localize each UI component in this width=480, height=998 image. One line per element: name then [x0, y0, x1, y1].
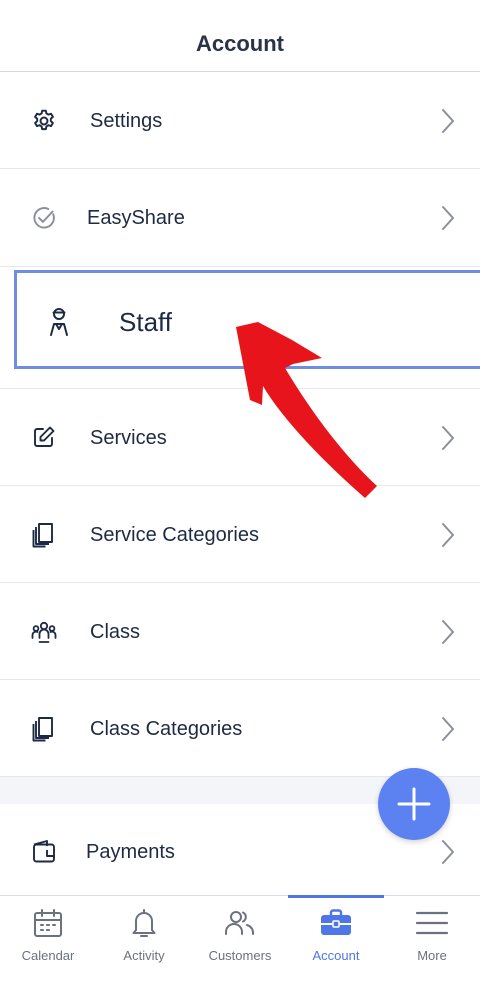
chevron-right-icon [438, 521, 458, 549]
menu-item-services[interactable]: Services [0, 389, 480, 486]
menu-item-staff[interactable]: Staff [14, 270, 480, 369]
tab-label: Customers [208, 948, 272, 963]
menu-item-easyshare[interactable]: EasyShare [0, 169, 480, 267]
add-fab-button[interactable] [378, 768, 450, 840]
staff-person-icon [43, 306, 75, 338]
menu-item-label: Staff [119, 307, 173, 337]
menu-item-class[interactable]: Class [0, 583, 480, 680]
copy-documents-icon [30, 521, 58, 549]
page-title: Account [196, 30, 284, 56]
bell-icon [127, 906, 161, 940]
chevron-right-icon [438, 424, 458, 452]
gear-icon [30, 107, 58, 135]
tab-label: Calendar [21, 948, 75, 963]
chevron-right-icon [438, 715, 458, 743]
menu-item-label: Services [90, 427, 167, 449]
tab-calendar[interactable]: Calendar [0, 896, 96, 998]
copy-documents-icon [30, 715, 58, 743]
chevron-right-icon [438, 838, 458, 866]
wallet-icon [30, 838, 58, 866]
menu-item-label: Class Categories [90, 718, 243, 740]
edit-icon [30, 423, 58, 451]
check-circle-icon [30, 204, 58, 232]
calendar-icon [31, 906, 65, 940]
users-icon [223, 906, 257, 940]
tab-label: Account [312, 948, 360, 963]
tab-label: More [417, 948, 447, 963]
menu-item-label: Settings [90, 110, 163, 132]
chevron-right-icon [438, 107, 458, 135]
bottom-tab-bar: Calendar Activity Customers Account More [0, 895, 480, 998]
menu-item-label: EasyShare [87, 207, 185, 229]
tab-activity[interactable]: Activity [96, 896, 192, 998]
menu-item-label: Class [90, 621, 141, 643]
menu-item-service-categories[interactable]: Service Categories [0, 486, 480, 583]
briefcase-icon [319, 906, 353, 940]
tab-account[interactable]: Account [288, 895, 384, 998]
tab-customers[interactable]: Customers [192, 896, 288, 998]
plus-icon [397, 787, 431, 821]
tab-more[interactable]: More [384, 896, 480, 998]
menu-item-settings[interactable]: Settings [0, 73, 480, 169]
menu-icon [415, 906, 449, 940]
menu-item-label: Service Categories [90, 524, 259, 546]
header-bar: Account [0, 0, 480, 72]
tab-label: Activity [123, 948, 165, 963]
menu-item-label: Payments [86, 841, 175, 863]
chevron-right-icon [438, 204, 458, 232]
menu-item-class-categories[interactable]: Class Categories [0, 680, 480, 777]
chevron-right-icon [438, 618, 458, 646]
group-icon [30, 618, 58, 646]
